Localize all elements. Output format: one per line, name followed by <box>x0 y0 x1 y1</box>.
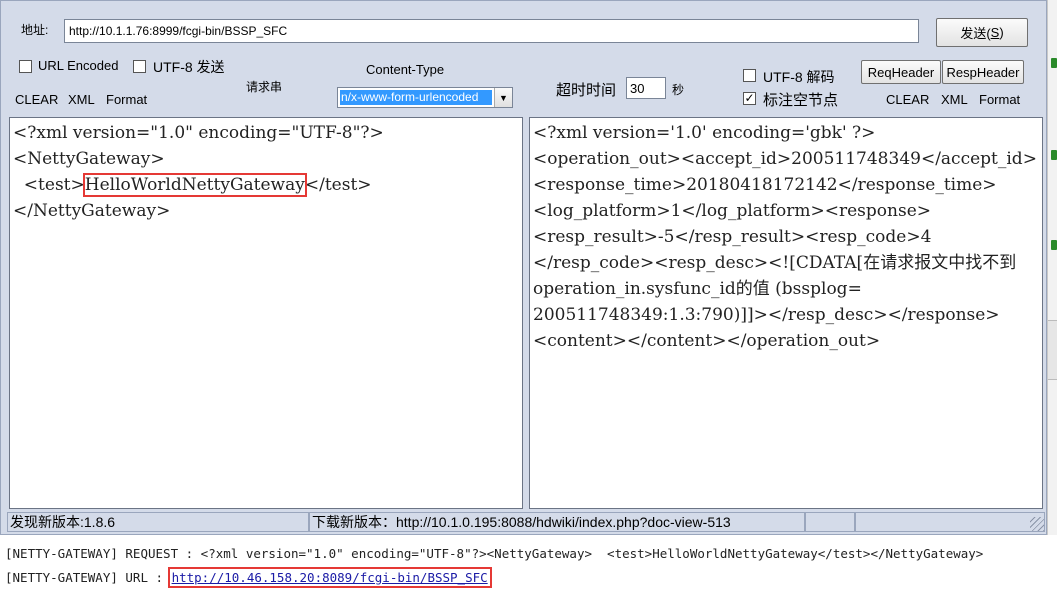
left-format-button[interactable]: Format <box>106 92 147 107</box>
test-value-highlight: HelloWorldNettyGateway <box>82 173 307 197</box>
green-marker-icon <box>1051 58 1057 68</box>
left-xml-button[interactable]: XML <box>68 92 95 107</box>
utf8-decode-label: UTF-8 解码 <box>763 69 835 85</box>
timeout-label: 超时时间 <box>556 82 617 99</box>
http-test-tool-window: 地址: 发送(S) URL Encoded UTF-8 发送 请求串 Conte… <box>0 0 1047 535</box>
response-line: <operation_out><accept_id>200511748349</… <box>533 149 1037 169</box>
content-type-value: n/x-www-form-urlencoded <box>340 90 492 105</box>
chevron-down-icon[interactable]: ▼ <box>494 88 512 107</box>
right-format-button[interactable]: Format <box>979 92 1020 107</box>
test-close-tag: </test> <box>304 175 372 195</box>
status-segment-empty <box>805 512 855 532</box>
address-label: 地址: <box>21 23 49 37</box>
seconds-label: 秒 <box>672 83 685 97</box>
left-clear-button[interactable]: CLEAR <box>15 92 58 107</box>
response-line: 200511748349:1.3:790)]]></resp_desc></re… <box>533 305 1000 325</box>
response-editor[interactable]: <?xml version='1.0' encoding='gbk' ?> <o… <box>529 117 1043 509</box>
send-label: 发送( <box>960 26 991 41</box>
log-url-link[interactable]: http://10.46.158.20:8089/fcgi-bin/BSSP_S… <box>167 567 492 588</box>
green-marker-icon <box>1051 240 1057 250</box>
resp-header-button[interactable]: RespHeader <box>942 60 1024 84</box>
send-label-end: ) <box>999 25 1004 40</box>
url-encoded-label: URL Encoded <box>38 58 119 73</box>
send-shortcut-key: S <box>990 25 1000 40</box>
url-encoded-checkbox[interactable] <box>19 60 32 73</box>
timeout-input[interactable] <box>626 77 666 99</box>
utf8-send-label: UTF-8 发送 <box>153 59 225 75</box>
response-line: <content></content></operation_out> <box>533 331 881 351</box>
content-type-label: Content-Type <box>366 62 445 77</box>
background-block <box>1048 320 1057 380</box>
utf8-decode-checkbox[interactable] <box>743 69 756 82</box>
utf8-send-checkbox[interactable] <box>133 60 146 73</box>
test-open-tag: <test> <box>13 175 85 195</box>
mark-empty-label: 标注空节点 <box>763 92 839 109</box>
editor-line: <NettyGateway> <box>13 149 165 169</box>
response-line: <resp_result>-5</resp_result><resp_code>… <box>533 227 932 247</box>
status-segment-end <box>855 512 1045 532</box>
request-string-label: 请求串 <box>246 80 283 94</box>
response-line: <?xml version='1.0' encoding='gbk' ?> <box>533 123 876 143</box>
editor-line: </NettyGateway> <box>13 201 171 221</box>
editor-line-test: <test>HelloWorldNettyGateway</test> <box>13 172 519 198</box>
content-type-select[interactable]: n/x-www-form-urlencoded ▼ <box>337 87 513 108</box>
response-line: <response_time>20180418172142</response_… <box>533 175 997 195</box>
new-version-status: 发现新版本:1.8.6 <box>7 512 309 532</box>
background-window-edge <box>1047 0 1057 535</box>
request-editor[interactable]: <?xml version="1.0" encoding="UTF-8"?> <… <box>9 117 523 509</box>
resize-grip-icon[interactable] <box>1030 517 1044 531</box>
req-header-button[interactable]: ReqHeader <box>861 60 941 84</box>
log-url-prefix: [NETTY-GATEWAY] URL : <box>5 570 171 585</box>
mark-empty-checkbox[interactable]: ✓ <box>743 92 756 105</box>
response-line: operation_in.sysfunc_id的值 (bssplog= <box>533 279 862 299</box>
right-xml-button[interactable]: XML <box>941 92 968 107</box>
send-button[interactable]: 发送(S) <box>936 18 1028 47</box>
response-line: <log_platform>1</log_platform><response> <box>533 201 931 221</box>
log-url-line: [NETTY-GATEWAY] URL : http://10.46.158.2… <box>5 567 492 588</box>
right-clear-button[interactable]: CLEAR <box>886 92 929 107</box>
status-bar: 发现新版本:1.8.6 下载新版本：http://10.1.0.195:8088… <box>7 512 1045 532</box>
log-request-line: [NETTY-GATEWAY] REQUEST : <?xml version=… <box>5 546 984 561</box>
download-status[interactable]: 下载新版本：http://10.1.0.195:8088/hdwiki/inde… <box>309 512 805 532</box>
green-marker-icon <box>1051 150 1057 160</box>
editor-line: <?xml version="1.0" encoding="UTF-8"?> <box>13 123 384 143</box>
address-input[interactable] <box>64 19 919 43</box>
response-line: </resp_code><resp_desc><![CDATA[在请求报文中找不… <box>533 253 1017 273</box>
